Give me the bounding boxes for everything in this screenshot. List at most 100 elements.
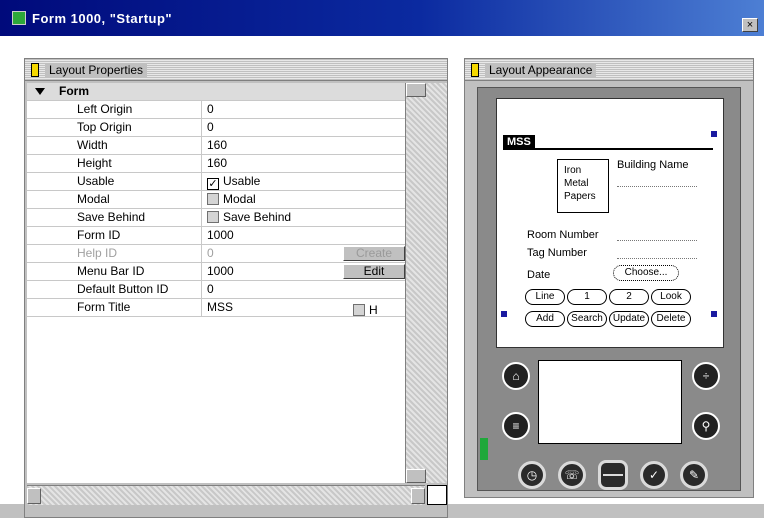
home-icon[interactable]: ⌂ [502,362,530,390]
vertical-scrollbar[interactable] [405,83,447,483]
choose-date-trigger[interactable]: Choose... [613,265,679,281]
address-book-icon[interactable]: ☏ [558,461,586,489]
form-title-rule [503,148,713,150]
memo-pad-icon[interactable]: ✎ [680,461,708,489]
layout-appearance-panel: Layout Appearance MSS Iron Metal Papers … [464,58,754,498]
property-row-left-origin[interactable]: Left Origin 0 [27,101,405,119]
property-row-height[interactable]: Height 160 [27,155,405,173]
window-title: Form 1000, "Startup" [32,10,173,26]
properties-grid: Form Left Origin 0 Top Origin 0 Width 16… [27,83,405,483]
checkbox-label: Modal [223,192,256,206]
building-name-field[interactable] [617,175,697,187]
button-1[interactable]: 1 [567,289,607,305]
properties-panel-title[interactable]: Layout Properties [25,59,447,81]
property-row-form-id[interactable]: Form ID 1000 [27,227,405,245]
property-value[interactable]: 0 [203,101,405,118]
selection-handle[interactable] [711,131,717,137]
property-value[interactable]: 160 [203,137,405,154]
hex-checkbox[interactable] [353,304,365,316]
group-label: Form [59,84,89,98]
property-name: Save Behind [77,210,146,224]
property-row-save-behind[interactable]: Save Behind Save Behind [27,209,405,227]
property-row-width[interactable]: Width 160 [27,137,405,155]
scroll-right-arrow-icon[interactable] [411,488,425,504]
property-value[interactable]: 1000 Edit [203,263,405,280]
category-list[interactable]: Iron Metal Papers [557,159,609,213]
appearance-panel-title-text: Layout Appearance [485,62,597,77]
workspace: Layout Properties Form Left Origin 0 Top… [0,36,764,518]
disclosure-triangle-icon[interactable] [35,88,45,95]
hex-label: H [369,303,378,317]
scroll-rocker-icon[interactable] [598,460,628,490]
tag-number-field[interactable] [617,247,697,259]
appearance-panel-title[interactable]: Layout Appearance [465,59,753,81]
property-name: Help ID [77,246,118,260]
property-value[interactable]: 1000 [203,227,405,244]
create-button: Create [343,246,405,261]
resize-grip[interactable] [427,485,447,505]
property-name: Usable [77,174,115,188]
group-row-form[interactable]: Form [27,83,405,101]
palm-screen[interactable]: MSS Iron Metal Papers Building Name Room… [496,98,724,348]
save-behind-checkbox[interactable] [207,211,219,223]
property-value[interactable]: 160 [203,155,405,172]
property-name: Width [77,138,108,152]
selection-handle[interactable] [711,311,717,317]
property-value[interactable]: 0 [203,119,405,136]
palm-form-title[interactable]: MSS [503,135,535,149]
list-item[interactable]: Metal [564,177,602,190]
property-value[interactable]: MSS H [203,299,405,319]
property-row-menu-bar-id[interactable]: Menu Bar ID 1000 Edit [27,263,405,281]
look-button[interactable]: Look [651,289,691,305]
window-titlebar: Form 1000, "Startup" × [0,0,764,36]
tag-number-label: Tag Number [527,247,587,259]
property-value[interactable]: Save Behind [203,209,405,226]
todo-icon[interactable]: ✓ [640,461,668,489]
edit-button[interactable]: Edit [343,264,405,279]
property-value[interactable]: 0 [203,281,405,298]
search-button[interactable]: Search [567,311,607,327]
selection-handle[interactable] [501,311,507,317]
property-value[interactable]: ✓ Usable [203,173,405,190]
room-number-field[interactable] [617,229,697,241]
property-row-default-button-id[interactable]: Default Button ID 0 [27,281,405,299]
property-value-text[interactable]: MSS [207,300,233,314]
usable-checkbox[interactable]: ✓ [207,178,219,190]
button-2[interactable]: 2 [609,289,649,305]
add-button[interactable]: Add [525,311,565,327]
power-led [480,438,488,460]
line-button[interactable]: Line [525,289,565,305]
property-value[interactable]: Modal [203,191,405,208]
hex-toggle[interactable]: H [353,302,378,319]
graffiti-writing-area[interactable] [538,360,682,444]
property-row-usable[interactable]: Usable ✓ Usable [27,173,405,191]
delete-button[interactable]: Delete [651,311,691,327]
property-row-top-origin[interactable]: Top Origin 0 [27,119,405,137]
property-row-help-id: Help ID 0 Create [27,245,405,263]
palm-device: MSS Iron Metal Papers Building Name Room… [477,87,741,491]
find-icon[interactable]: ⚲ [692,412,720,440]
scroll-up-arrow-icon[interactable] [406,83,426,97]
property-value-text: 0 [207,246,214,260]
scroll-down-arrow-icon[interactable] [406,469,426,483]
building-name-label: Building Name [617,159,689,171]
close-button[interactable]: × [742,18,758,32]
horizontal-scrollbar[interactable] [27,485,425,505]
graffiti-silkscreen: ⌂ ≡ ÷ ⚲ [496,356,724,448]
calculator-icon[interactable]: ÷ [692,362,720,390]
date-book-icon[interactable]: ◷ [518,461,546,489]
modal-checkbox[interactable] [207,193,219,205]
layout-properties-panel: Layout Properties Form Left Origin 0 Top… [24,58,448,518]
property-row-modal[interactable]: Modal Modal [27,191,405,209]
panel-tag-icon [471,62,479,77]
property-value-text[interactable]: 1000 [207,264,234,278]
property-row-form-title[interactable]: Form Title MSS H [27,299,405,317]
list-item[interactable]: Iron [564,164,602,177]
checkbox-label: Save Behind [223,210,292,224]
menu-icon[interactable]: ≡ [502,412,530,440]
update-button[interactable]: Update [609,311,649,327]
room-number-label: Room Number [527,229,599,241]
list-item[interactable]: Papers [564,190,602,203]
property-name: Form ID [77,228,121,242]
scroll-left-arrow-icon[interactable] [27,488,41,504]
